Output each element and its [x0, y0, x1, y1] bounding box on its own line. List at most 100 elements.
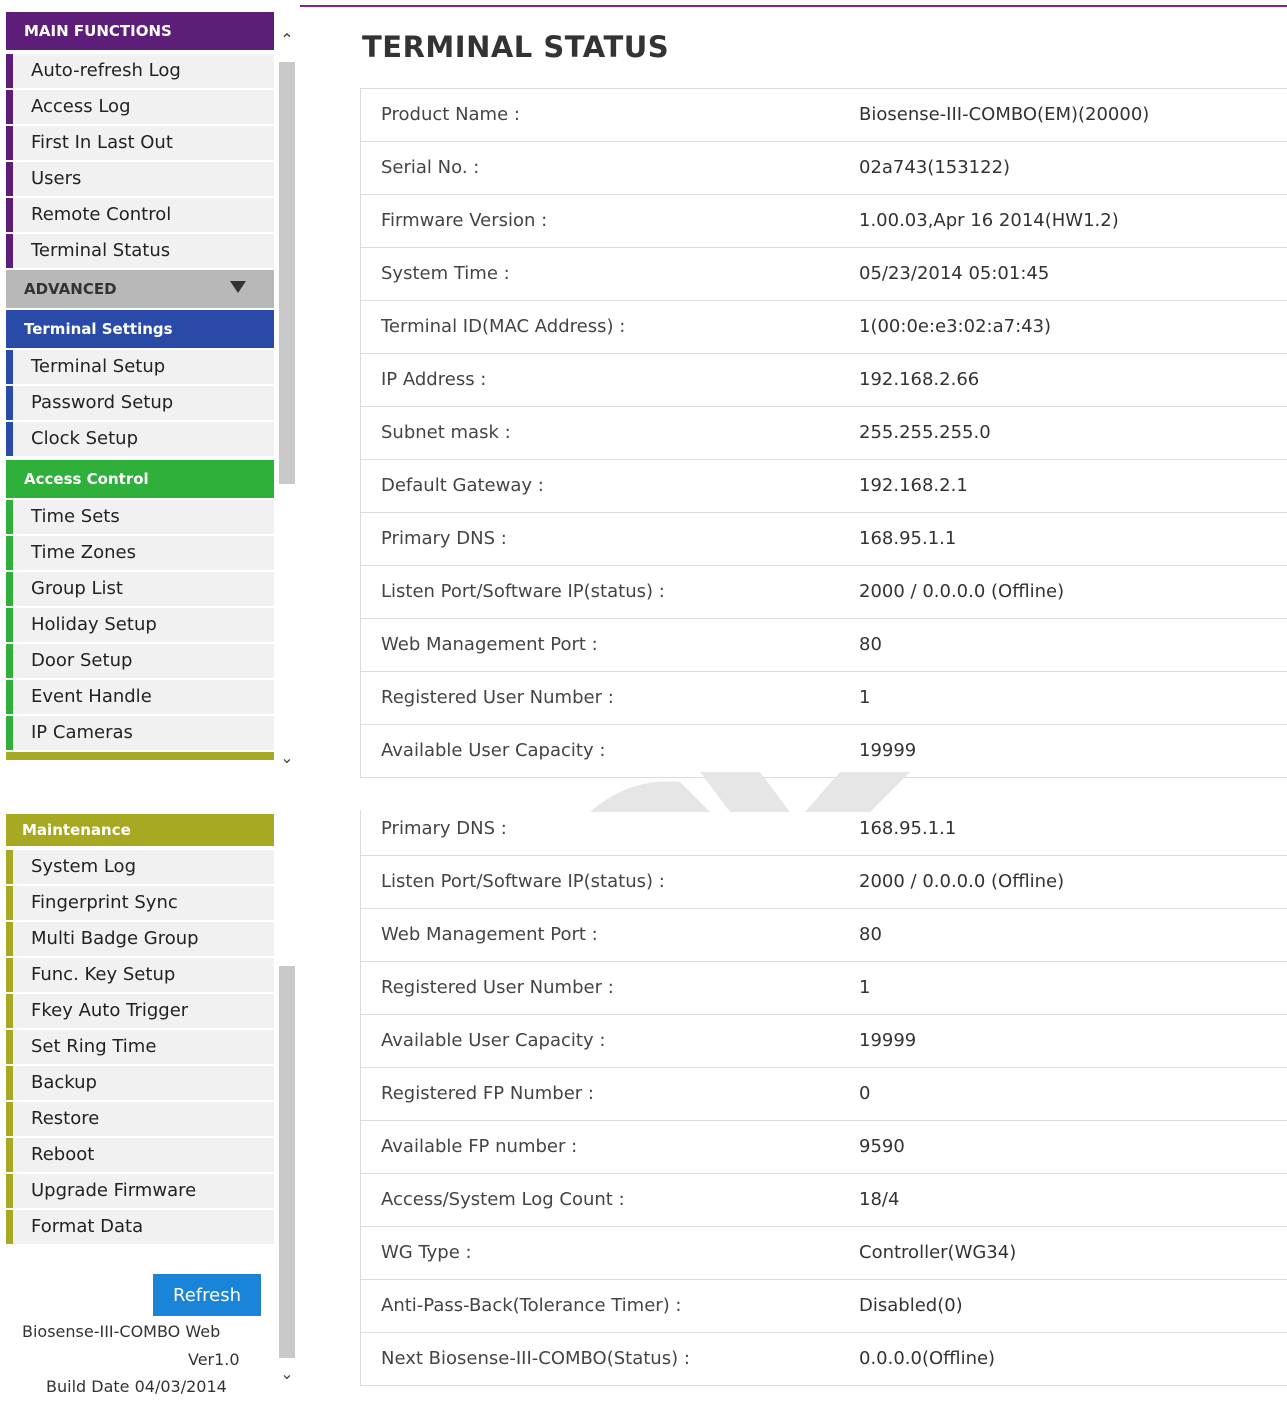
menu-password-setup[interactable]: Password Setup [6, 386, 274, 420]
menu-ip-cameras[interactable]: IP Cameras [6, 716, 274, 750]
row-label: Terminal ID(MAC Address) : [381, 316, 626, 337]
row-value: 2000 / 0.0.0.0 (Offline) [859, 581, 1065, 602]
chevron-up-icon[interactable]: ⌃ [279, 32, 295, 48]
row-value: 192.168.2.66 [859, 369, 980, 390]
table-row: Primary DNS : 168.95.1.1 [361, 810, 1287, 856]
table-row: Registered User Number : 1 [361, 672, 1287, 725]
row-value: 1.00.03,Apr 16 2014(HW1.2) [859, 210, 1119, 231]
row-label: Web Management Port : [381, 924, 598, 945]
row-value: 80 [859, 924, 882, 945]
row-value: 19999 [859, 1030, 917, 1051]
access-control-header: Access Control [6, 460, 274, 498]
row-label: Anti-Pass-Back(Tolerance Timer) : [381, 1295, 682, 1316]
row-label: Listen Port/Software IP(status) : [381, 581, 665, 602]
footer-version: Ver1.0 [188, 1350, 240, 1369]
menu-clock-setup[interactable]: Clock Setup [6, 422, 274, 456]
menu-format-data[interactable]: Format Data [6, 1210, 274, 1244]
row-label: Next Biosense-III-COMBO(Status) : [381, 1348, 690, 1369]
menu-time-sets[interactable]: Time Sets [6, 500, 274, 534]
row-label: Default Gateway : [381, 475, 544, 496]
table-row: Product Name : Biosense-III-COMBO(EM)(200… [361, 89, 1287, 142]
table-row: Registered FP Number : 0 [361, 1068, 1287, 1121]
table-row: Listen Port/Software IP(status) : 2000 / … [361, 856, 1287, 909]
row-value: 168.95.1.1 [859, 528, 957, 549]
row-label: Available User Capacity : [381, 1030, 606, 1051]
menu-func-key-setup[interactable]: Func. Key Setup [6, 958, 274, 992]
menu-reboot[interactable]: Reboot [6, 1138, 274, 1172]
table-row: Available User Capacity : 19999 [361, 725, 1287, 778]
table-row: System Time : 05/23/2014 05:01:45 [361, 248, 1287, 301]
menu-holiday-setup[interactable]: Holiday Setup [6, 608, 274, 642]
scrollbar-thumb[interactable] [279, 62, 295, 484]
menu-backup[interactable]: Backup [6, 1066, 274, 1100]
menu-remote-control[interactable]: Remote Control [6, 198, 274, 232]
menu-multi-badge-group[interactable]: Multi Badge Group [6, 922, 274, 956]
table-row: Default Gateway : 192.168.2.1 [361, 460, 1287, 513]
row-value: 192.168.2.1 [859, 475, 968, 496]
sidebar-menu: MAIN FUNCTIONS Auto-refresh Log Access L… [6, 12, 274, 760]
row-value: 02a743(153122) [859, 157, 1011, 178]
menu-fingerprint-sync[interactable]: Fingerprint Sync [6, 886, 274, 920]
menu-terminal-status[interactable]: Terminal Status [6, 234, 274, 268]
row-value: 05/23/2014 05:01:45 [859, 263, 1050, 284]
advanced-section-toggle[interactable]: ADVANCED [6, 270, 274, 308]
footer-product-name: Biosense-III-COMBO Web [22, 1322, 221, 1341]
table-row: WG Type : Controller(WG34) [361, 1227, 1287, 1280]
menu-time-zones[interactable]: Time Zones [6, 536, 274, 570]
row-value: 255.255.255.0 [859, 422, 991, 443]
scrollbar-thumb-lower[interactable] [279, 966, 295, 1358]
chevron-down-icon[interactable]: ⌄ [279, 750, 295, 766]
chevron-down-icon[interactable]: ⌄ [279, 1366, 295, 1382]
row-label: Firmware Version : [381, 210, 548, 231]
row-label: Access/System Log Count : [381, 1189, 625, 1210]
maintenance-header: Maintenance [6, 814, 274, 846]
status-table-continued: Primary DNS : 168.95.1.1 Listen Port/Softw… [360, 810, 1287, 1386]
menu-event-handle[interactable]: Event Handle [6, 680, 274, 714]
row-label: Primary DNS : [381, 528, 507, 549]
sidebar-upper: MAIN FUNCTIONS Auto-refresh Log Access L… [0, 0, 300, 780]
table-row: Anti-Pass-Back(Tolerance Timer) : Disable… [361, 1280, 1287, 1333]
status-content-upper: TERMINAL STATUS Product Name : Biosense-I… [300, 0, 1287, 780]
row-label: Available User Capacity : [381, 740, 606, 761]
page-title: TERMINAL STATUS [362, 30, 670, 64]
menu-fkey-auto-trigger[interactable]: Fkey Auto Trigger [6, 994, 274, 1028]
row-value: Disabled(0) [859, 1295, 963, 1316]
table-row: Serial No. : 02a743(153122) [361, 142, 1287, 195]
table-row: Access/System Log Count : 18/4 [361, 1174, 1287, 1227]
menu-door-setup[interactable]: Door Setup [6, 644, 274, 678]
menu-auto-refresh-log[interactable]: Auto-refresh Log [6, 54, 274, 88]
menu-terminal-setup[interactable]: Terminal Setup [6, 350, 274, 384]
row-value: 19999 [859, 740, 917, 761]
terminal-settings-header: Terminal Settings [6, 310, 274, 348]
refresh-button[interactable]: Refresh [153, 1274, 261, 1316]
menu-users[interactable]: Users [6, 162, 274, 196]
table-row: Available User Capacity : 19999 [361, 1015, 1287, 1068]
menu-access-log[interactable]: Access Log [6, 90, 274, 124]
main-functions-header: MAIN FUNCTIONS [6, 12, 274, 50]
menu-restore[interactable]: Restore [6, 1102, 274, 1136]
row-label: Serial No. : [381, 157, 480, 178]
row-label: Available FP number : [381, 1136, 578, 1157]
row-value: 80 [859, 634, 882, 655]
table-row: Subnet mask : 255.255.255.0 [361, 407, 1287, 460]
sidebar-scrollbar-lower[interactable]: ⌄ [276, 810, 298, 1412]
menu-upgrade-firmware[interactable]: Upgrade Firmware [6, 1174, 274, 1208]
menu-set-ring-time[interactable]: Set Ring Time [6, 1030, 274, 1064]
row-value: Biosense-III-COMBO(EM)(20000) [859, 104, 1150, 125]
row-value: 0.0.0.0(Offline) [859, 1348, 996, 1369]
sidebar-scrollbar[interactable]: ⌃ ⌄ [276, 30, 298, 780]
table-row: Web Management Port : 80 [361, 909, 1287, 962]
table-row: Web Management Port : 80 [361, 619, 1287, 672]
menu-system-log[interactable]: System Log [6, 850, 274, 884]
menu-first-in-last-out[interactable]: First In Last Out [6, 126, 274, 160]
table-row: Terminal ID(MAC Address) : 1(00:0e:e3:02:… [361, 301, 1287, 354]
row-label: IP Address : [381, 369, 487, 390]
status-content-lower: Primary DNS : 168.95.1.1 Listen Port/Softw… [300, 810, 1287, 1412]
advanced-label: ADVANCED [24, 280, 117, 298]
menu-group-list[interactable]: Group List [6, 572, 274, 606]
row-label: Product Name : [381, 104, 520, 125]
maintenance-header-peek [6, 752, 274, 760]
table-row: Firmware Version : 1.00.03,Apr 16 2014(HW… [361, 195, 1287, 248]
row-value: 18/4 [859, 1189, 900, 1210]
row-value: 2000 / 0.0.0.0 (Offline) [859, 871, 1065, 892]
